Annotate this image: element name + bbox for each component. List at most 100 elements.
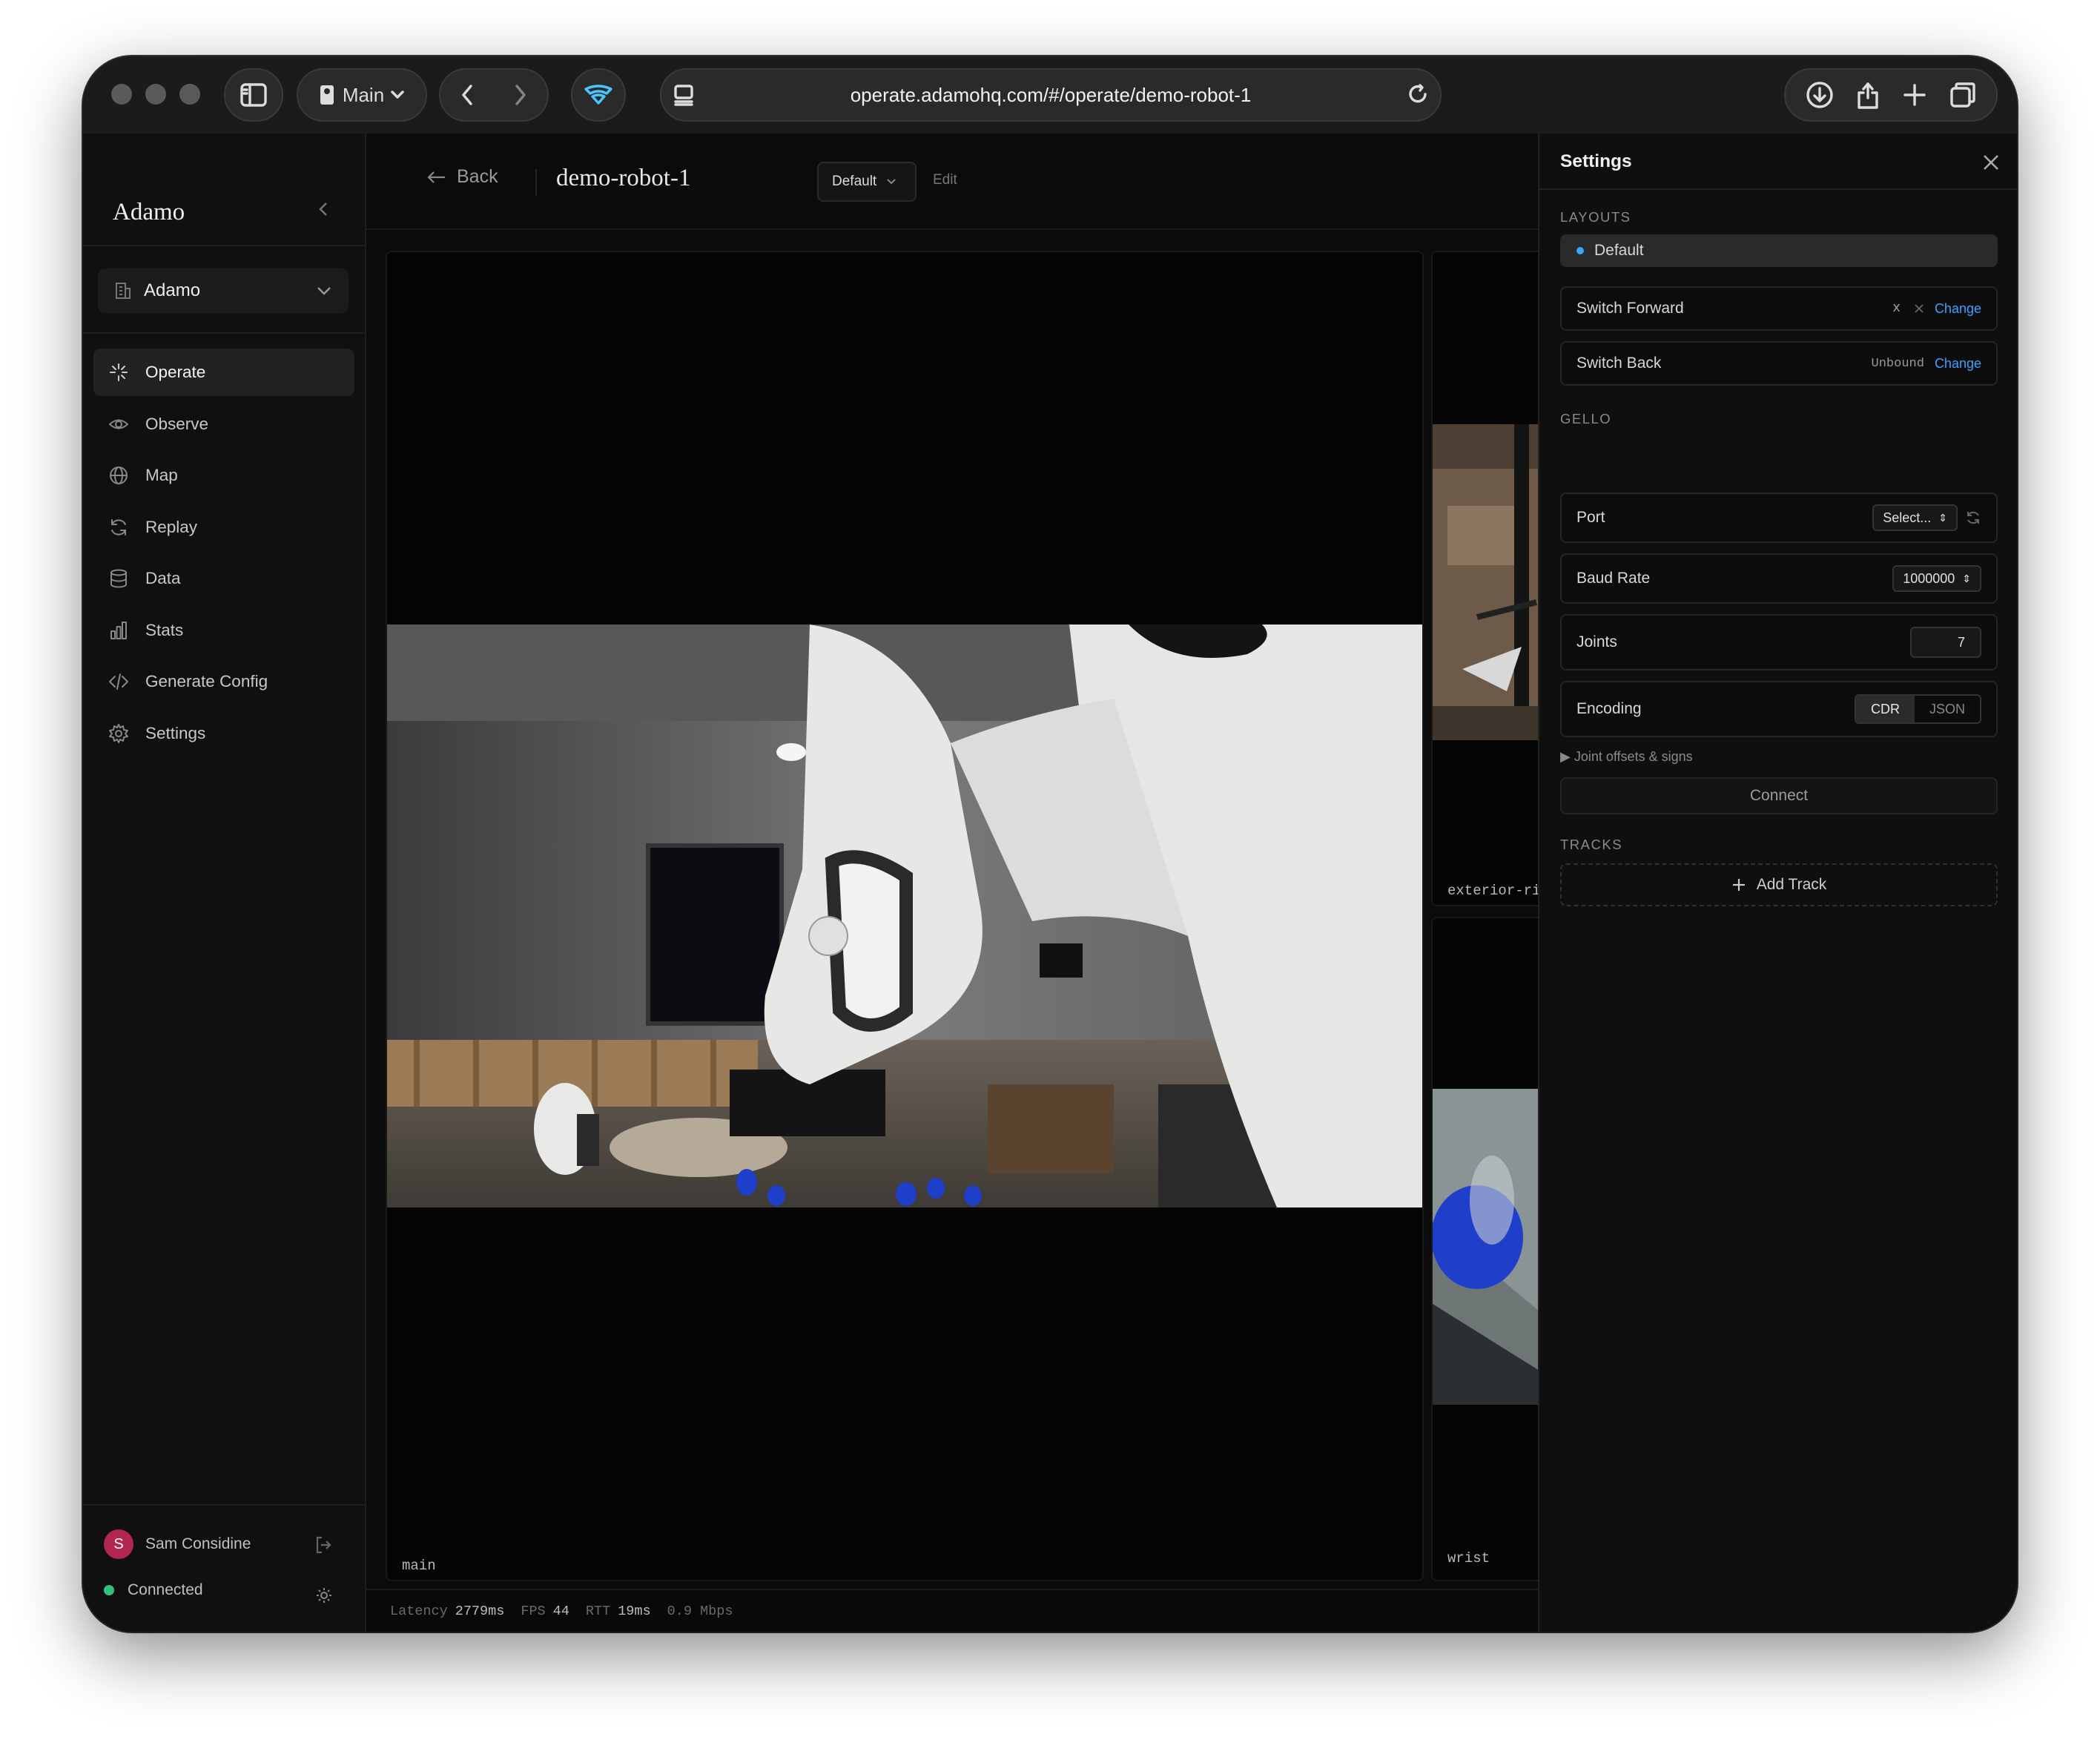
divider (1539, 188, 2017, 190)
back-arrow-icon[interactable] (460, 83, 475, 107)
sidebar-item-data[interactable]: Data (93, 555, 354, 602)
arrow-left-icon (427, 171, 445, 183)
section-label-layouts: LAYOUTS (1560, 209, 1631, 225)
layout-item-default[interactable]: Default (1560, 234, 1998, 267)
chevron-down-icon (887, 179, 896, 185)
zoom-window-button[interactable] (179, 84, 200, 105)
add-track-button[interactable]: Add Track (1560, 863, 1998, 906)
extension-button[interactable] (571, 68, 626, 122)
sidebar-item-replay[interactable]: Replay (93, 504, 354, 551)
change-keybind-button[interactable]: Change (1935, 301, 1981, 317)
main-camera-feed (387, 625, 1422, 1207)
camera-label-wrist: wrist (1447, 1550, 1490, 1566)
download-icon[interactable] (1806, 81, 1834, 109)
divider (535, 169, 537, 196)
baud-rate-select[interactable]: 1000000 ⇕ (1892, 565, 1981, 592)
clear-keybind-icon[interactable] (1914, 303, 1924, 314)
close-window-button[interactable] (111, 84, 132, 105)
sidebar-item-label: Stats (145, 620, 184, 639)
sidebar-toggle-button[interactable] (224, 68, 283, 122)
user-name: Sam Considine (145, 1535, 251, 1552)
code-icon (109, 673, 128, 690)
edit-layout-link[interactable]: Edit (933, 172, 957, 188)
layout-item-label: Default (1594, 242, 1644, 259)
keybind-switch-forward: Switch Forward x Change (1560, 286, 1998, 331)
tab-overview-icon[interactable] (1949, 81, 1977, 109)
share-icon[interactable] (1855, 80, 1881, 110)
camera-panel-main[interactable]: main (386, 251, 1424, 1581)
eye-icon (109, 419, 128, 429)
fps-value: 44 (552, 1603, 569, 1619)
rtt-value: 19ms (618, 1603, 651, 1619)
gear-icon (109, 723, 128, 743)
sparkle-icon (110, 363, 128, 381)
joints-input[interactable]: 7 (1910, 627, 1981, 658)
add-track-label: Add Track (1756, 876, 1827, 893)
sidebar-item-label: Operate (145, 363, 206, 381)
sidebar-item-stats[interactable]: Stats (93, 607, 354, 654)
sun-icon[interactable] (316, 1587, 332, 1604)
globe-icon (110, 467, 128, 484)
field-label: Baud Rate (1576, 570, 1651, 587)
layout-select-value: Default (832, 174, 877, 189)
camera-panel-wrist[interactable]: wrist (1431, 917, 1550, 1581)
field-label: Encoding (1576, 700, 1642, 717)
user-profile[interactable]: S Sam Considine (104, 1529, 251, 1559)
divider (83, 245, 366, 246)
address-bar[interactable]: operate.adamohq.com/#/operate/demo-robot… (660, 68, 1442, 122)
refresh-ports-icon[interactable] (1965, 510, 1981, 526)
sidebar-item-generate-config[interactable]: Generate Config (93, 658, 354, 705)
exterior-camera-feed (1433, 424, 1539, 740)
connection-status: Connected (104, 1581, 203, 1599)
settings-title: Settings (1560, 151, 1632, 171)
sidebar-item-observe[interactable]: Observe (93, 401, 354, 448)
port-select-value: Select... (1883, 510, 1932, 525)
encoding-toggle: CDR JSON (1854, 694, 1981, 724)
page-settings-icon[interactable] (673, 84, 694, 106)
chevron-down-icon (391, 90, 404, 99)
org-name: Adamo (144, 280, 201, 300)
robot-name: demo-robot-1 (556, 165, 691, 191)
field-port-row: Port Select... ⇕ (1560, 492, 1998, 543)
rtt-label: RTT (585, 1603, 611, 1619)
operate-header: Back demo-robot-1 Default Edit (366, 134, 1621, 230)
new-tab-icon[interactable] (1902, 82, 1927, 108)
divider (83, 1504, 366, 1506)
encoding-option-cdr[interactable]: CDR (1855, 696, 1915, 722)
minimize-window-button[interactable] (145, 84, 166, 105)
back-button[interactable]: Back (426, 166, 498, 188)
active-layout-dot (1576, 247, 1584, 254)
plus-icon (1732, 879, 1745, 891)
profile-menu-button[interactable]: Main (297, 68, 427, 122)
logout-icon[interactable] (314, 1535, 332, 1555)
sidebar-item-operate[interactable]: Operate (93, 349, 354, 396)
collapse-sidebar-icon[interactable] (314, 199, 332, 220)
connect-button[interactable]: Connect (1560, 777, 1998, 814)
joint-offsets-disclosure[interactable]: ▶ Joint offsets & signs (1560, 749, 1693, 765)
connected-indicator (104, 1585, 114, 1595)
latency-value: 2779ms (455, 1603, 505, 1619)
change-keybind-button[interactable]: Change (1935, 356, 1981, 372)
url-text: operate.adamohq.com/#/operate/demo-robot… (850, 83, 1252, 106)
joints-value: 7 (1957, 634, 1965, 650)
profile-icon (320, 85, 334, 105)
camera-panel-exterior[interactable]: exterior-ri (1431, 251, 1550, 906)
sidebar-icon (240, 83, 267, 107)
sidebar-item-map[interactable]: Map (93, 452, 354, 499)
reload-icon[interactable] (1407, 84, 1430, 106)
layout-select[interactable]: Default (817, 162, 917, 202)
sidebar-item-label: Data (145, 569, 181, 587)
database-icon (110, 569, 127, 588)
sidebar: Adamo Adamo Operate Observe Map Replay D… (83, 134, 366, 1632)
divider (83, 332, 366, 334)
sidebar-item-label: Map (145, 466, 178, 484)
latency-label: Latency (390, 1603, 448, 1619)
brand-name: Adamo (113, 199, 185, 225)
close-icon[interactable] (1981, 153, 2001, 172)
encoding-option-json[interactable]: JSON (1915, 696, 1980, 722)
forward-arrow-icon[interactable] (513, 83, 528, 107)
org-switcher[interactable]: Adamo (98, 268, 349, 313)
sidebar-item-label: Settings (145, 723, 206, 742)
port-select[interactable]: Select... ⇕ (1872, 504, 1958, 531)
sidebar-item-settings[interactable]: Settings (93, 710, 354, 757)
